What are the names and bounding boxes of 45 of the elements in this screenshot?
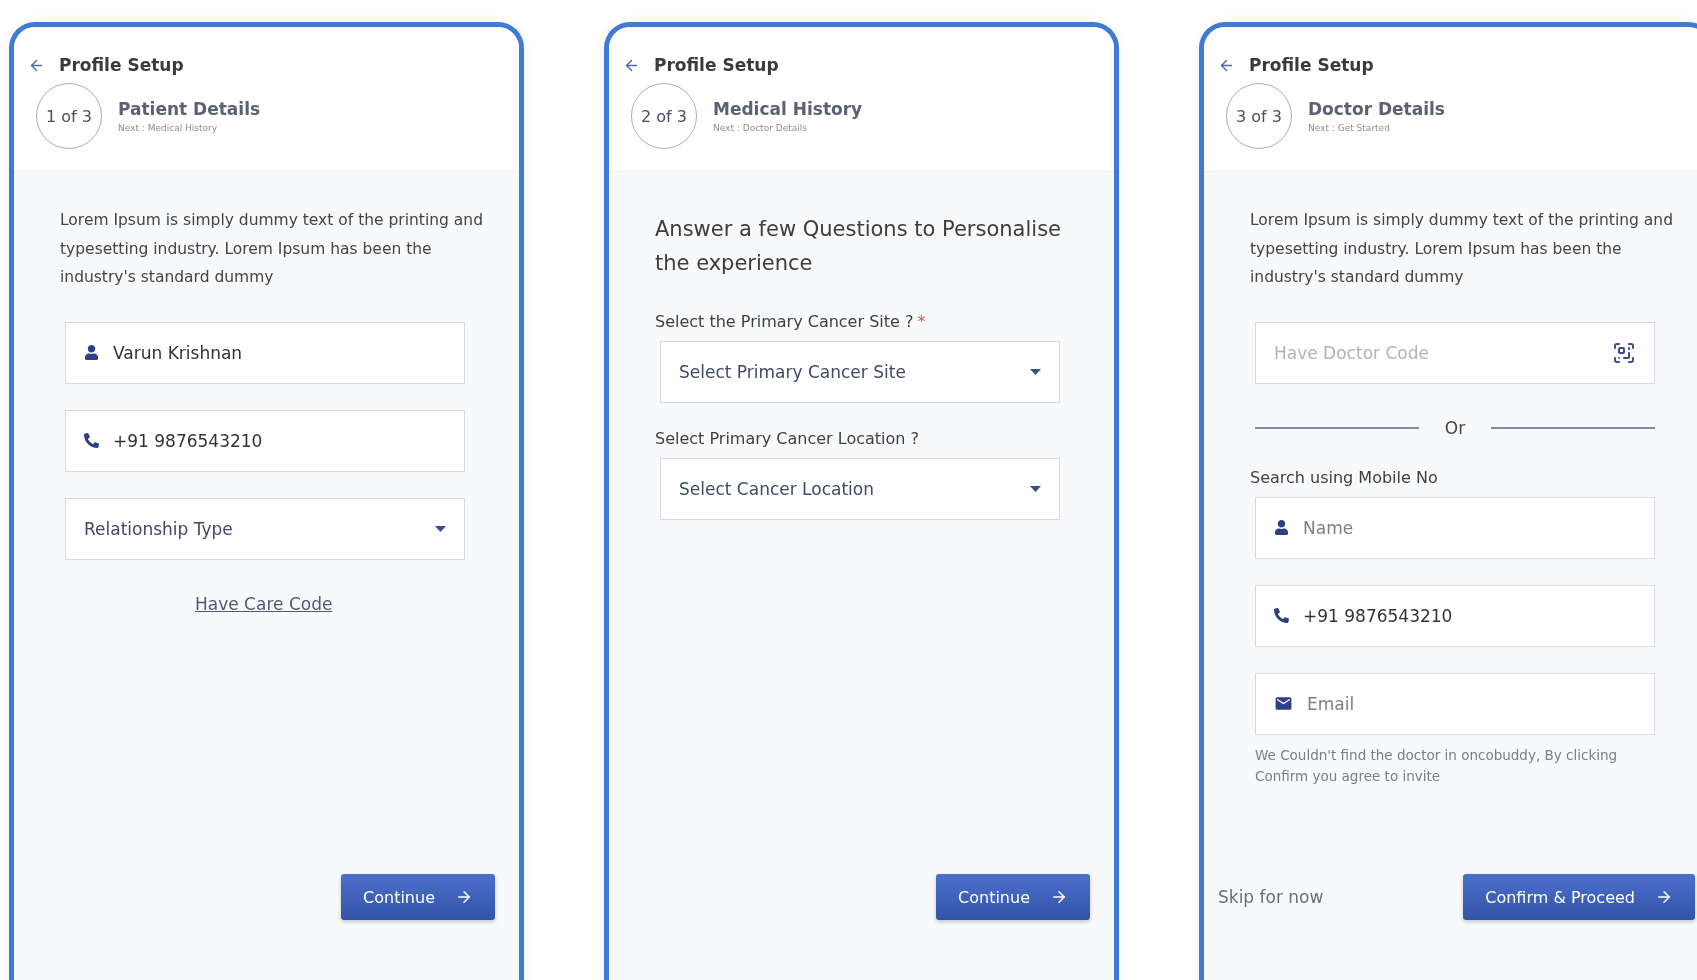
field-label: Search using Mobile No (1250, 467, 1439, 487)
intro-text: Lorem Ipsum is simply dummy text of the printing and typesetting industry. Lorem Ipsum has been the industry's standard dummy (60, 210, 484, 288)
phone-icon (1274, 608, 1289, 623)
or-separator: Or (1444, 417, 1466, 438)
phone-icon (84, 433, 99, 448)
name-field[interactable]: Varun Krishnan (65, 321, 465, 384)
phone-field[interactable]: +91 9876543210 (1255, 584, 1655, 647)
question-heading: Answer a few Questions to Personalise the experience (655, 216, 1062, 277)
name-field[interactable]: Name (1255, 496, 1655, 559)
page-title: Profile Setup (1249, 55, 1374, 75)
caret-icon (1030, 369, 1041, 375)
page-title: Profile Setup (654, 55, 779, 75)
step-counter: 3 of 3 (1226, 83, 1292, 149)
invite-note: We Couldn't find the doctor in oncobuddy, By clicking Confirm you agree to invite (1255, 745, 1619, 786)
caret-icon (435, 525, 446, 532)
qr-scan-icon[interactable] (1612, 340, 1636, 365)
field-label: Select the Primary Cancer Site ? * (655, 312, 927, 331)
next-step-text: Next : Doctor Details (713, 123, 808, 133)
arrow-right-icon (1655, 888, 1673, 906)
continue-button[interactable]: Continue (341, 874, 495, 920)
dropdown[interactable]: Select Cancer Location (660, 458, 1060, 520)
continue-button[interactable]: Continue (936, 874, 1090, 920)
page-title: Profile Setup (59, 55, 184, 75)
person-icon (84, 345, 99, 360)
step-counter: 2 of 3 (631, 83, 697, 149)
step-title: Patient Details (118, 99, 261, 119)
step-title: Doctor Details (1308, 99, 1445, 119)
email-field[interactable]: Email (1255, 672, 1655, 735)
step-title: Medical History (713, 99, 863, 119)
phone-field[interactable]: +91 9876543210 (65, 409, 465, 472)
field-label: Select Primary Cancer Location ? (655, 429, 921, 448)
person-icon (1274, 520, 1289, 535)
arrow-right-icon (455, 888, 473, 906)
arrow-right-icon (1050, 888, 1068, 906)
caret-icon (1030, 486, 1041, 492)
dropdown[interactable]: Select Primary Cancer Site (660, 341, 1060, 403)
continue-button[interactable]: Confirm & Proceed (1463, 874, 1695, 920)
care-code-link[interactable]: Have Care Code (195, 593, 333, 614)
next-step-text: Next : Medical History (118, 123, 219, 133)
next-step-text: Next : Get Started (1308, 123, 1391, 133)
dropdown[interactable]: Relationship Type (65, 497, 465, 560)
intro-text: Lorem Ipsum is simply dummy text of the printing and typesetting industry. Lorem Ipsum has been the industry's standard dummy (1250, 210, 1674, 288)
mail-icon (1274, 694, 1293, 713)
skip-button[interactable]: Skip for now (1218, 887, 1324, 907)
step-counter: 1 of 3 (36, 83, 102, 149)
